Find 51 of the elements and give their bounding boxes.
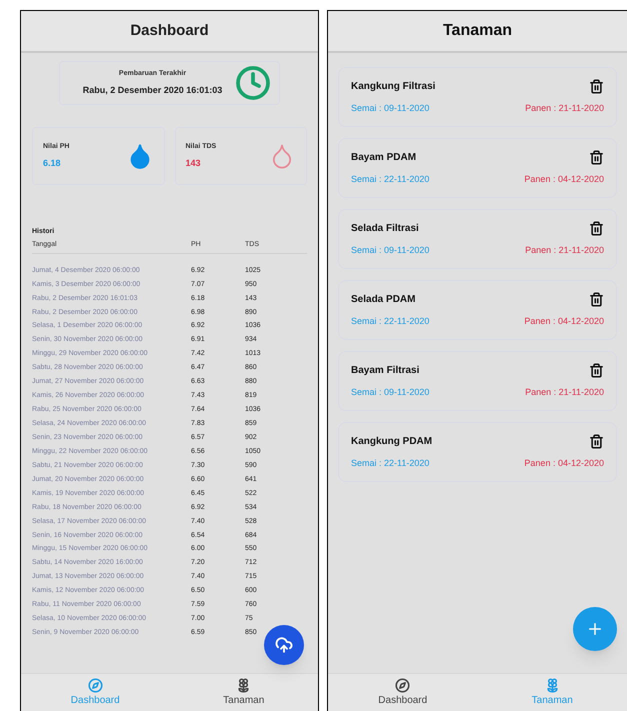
delete-button[interactable] [589, 292, 604, 307]
harvest-date: Panen : 21-11-2020 [525, 244, 604, 257]
flower-icon [236, 678, 252, 692]
plant-card[interactable]: Kangkung Filtrasi Semai : 09-11-2020 Panen : 21-11-2020 [338, 67, 617, 127]
sowing-date: Semai : 22-11-2020 [351, 172, 430, 186]
trash-icon [589, 292, 604, 307]
nav-tab[interactable]: Dashboard [328, 674, 478, 711]
ph-value: 6.18 [43, 156, 62, 170]
delete-button[interactable] [589, 362, 604, 378]
harvest-date: Panen : 04-12-2020 [524, 456, 604, 470]
clock-icon [235, 65, 271, 101]
plant-name: Kangkung PDAM [351, 434, 432, 449]
trash-icon [589, 78, 604, 94]
plant-card[interactable]: Selada Filtrasi Semai : 09-11-2020 Panen : 21-11-2020 [338, 209, 617, 269]
harvest-date: Panen : 04-12-2020 [524, 314, 604, 328]
sowing-date: Semai : 09-11-2020 [351, 244, 430, 257]
trash-icon [589, 362, 604, 378]
plant-card[interactable]: Bayam PDAM Semai : 22-11-2020 Panen : 04-12-2020 [338, 138, 617, 198]
compass-icon [395, 678, 410, 692]
flower-icon [544, 678, 560, 692]
sowing-date: Semai : 09-11-2020 [351, 102, 430, 115]
update-time: Rabu, 2 Desember 2020 16:01:03 [82, 84, 222, 97]
plant-name: Kangkung Filtrasi [351, 80, 436, 94]
sowing-date: Semai : 22-11-2020 [351, 314, 430, 328]
sowing-date: Semai : 22-11-2020 [351, 456, 430, 470]
delete-button[interactable] [589, 78, 604, 94]
trash-icon [589, 150, 604, 165]
plant-card[interactable]: Bayam Filtrasi Semai : 09-11-2020 Panen : 21-11-2020 [338, 351, 617, 411]
nav-tab[interactable]: Tanaman [170, 674, 318, 711]
plant-name: Bayam Filtrasi [351, 364, 420, 378]
upload-button[interactable] [264, 625, 304, 665]
plus-icon [586, 620, 604, 638]
screen-title: Dashboard [130, 20, 209, 41]
plant-name: Selada PDAM [351, 292, 416, 307]
plant-name: Selada Filtrasi [351, 222, 419, 236]
harvest-date: Panen : 21-11-2020 [525, 386, 604, 399]
cloud-upload-icon [275, 636, 293, 654]
harvest-date: Panen : 04-12-2020 [524, 172, 604, 186]
screen-title: Tanaman [442, 21, 512, 41]
trash-icon [589, 220, 604, 236]
tds-value: 143 [186, 156, 202, 170]
plant-name: Bayam PDAM [351, 150, 416, 165]
delete-button[interactable] [589, 434, 604, 449]
harvest-date: Panen : 21-11-2020 [525, 102, 604, 115]
plant-card[interactable]: Kangkung PDAM Semai : 22-11-2020 Panen : 04-12-2020 [338, 422, 617, 482]
sowing-date: Semai : 09-11-2020 [351, 386, 430, 399]
delete-button[interactable] [589, 150, 604, 165]
delete-button[interactable] [589, 220, 604, 236]
trash-icon [589, 434, 604, 449]
compass-icon [88, 678, 103, 692]
plant-card[interactable]: Selada PDAM Semai : 22-11-2020 Panen : 04-12-2020 [338, 280, 617, 340]
